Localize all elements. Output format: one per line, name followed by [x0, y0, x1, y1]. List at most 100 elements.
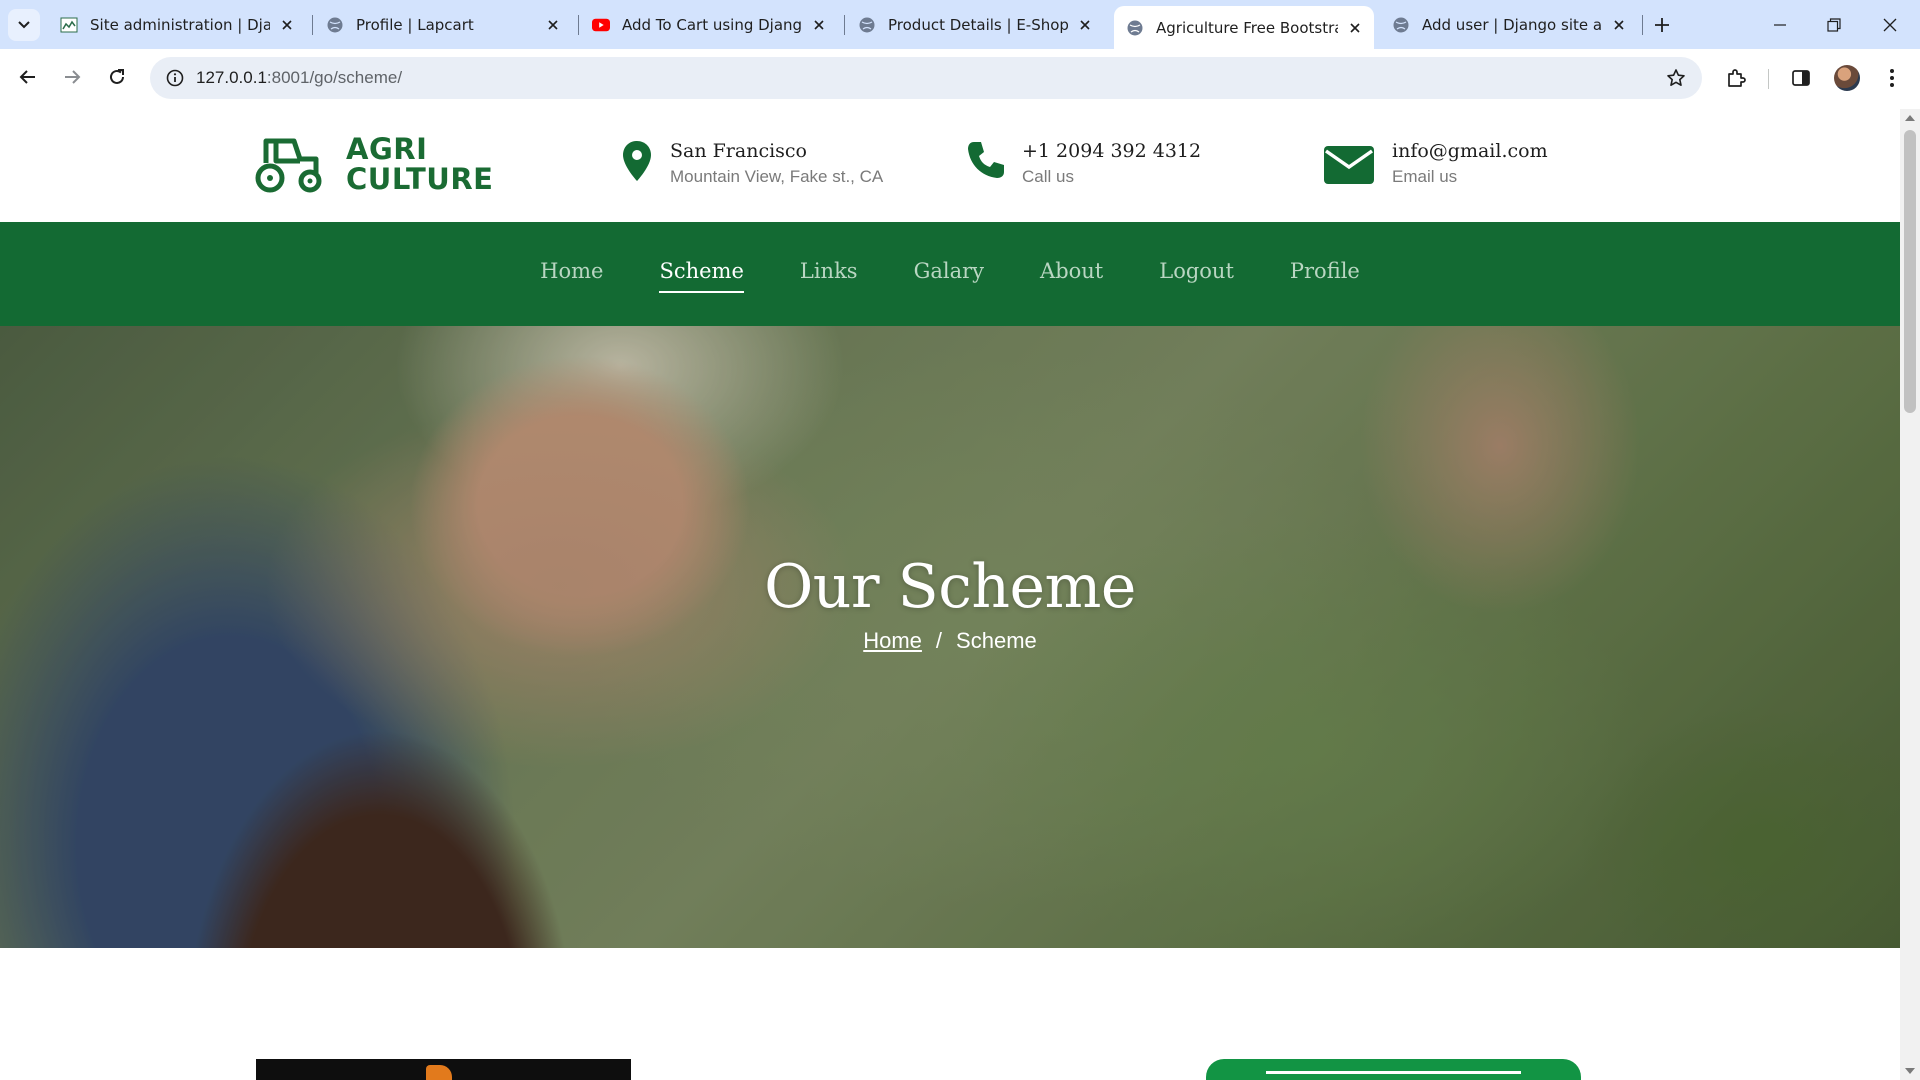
- card-image-graphic: [1266, 1071, 1521, 1074]
- nav-item-profile[interactable]: Profile: [1290, 259, 1360, 289]
- avatar: [1834, 65, 1860, 91]
- restore-button[interactable]: [1806, 0, 1862, 49]
- close-icon: [1883, 18, 1897, 31]
- arrow-right-icon: [65, 70, 81, 84]
- new-tab-button[interactable]: [1648, 11, 1676, 39]
- scrollbar-thumb[interactable]: [1904, 130, 1916, 413]
- globe-icon: [1392, 16, 1410, 34]
- location-subtitle: Mountain View, Fake st., CA: [670, 167, 884, 186]
- close-icon[interactable]: [278, 16, 296, 34]
- page-viewport: AGRI CULTURE San Francisco Mountain View…: [0, 109, 1900, 1080]
- scheme-card-image-right[interactable]: [1206, 1059, 1581, 1080]
- tab-title: Add To Cart using Django: [622, 16, 802, 34]
- plus-icon: [1655, 18, 1669, 32]
- phone-icon: [966, 139, 1006, 181]
- tab-divider: [312, 15, 313, 35]
- back-button[interactable]: [10, 59, 46, 95]
- globe-icon: [858, 16, 876, 34]
- nav-item-logout[interactable]: Logout: [1159, 259, 1234, 289]
- side-panel-button[interactable]: [1784, 61, 1818, 95]
- card-image-graphic: [426, 1065, 452, 1080]
- tab-title: Product Details | E-Shopper: [888, 16, 1068, 34]
- globe-icon: [1126, 19, 1144, 37]
- tab-title: Add user | Django site admin: [1422, 16, 1602, 34]
- tab-title: Profile | Lapcart: [356, 16, 474, 34]
- location-info: San Francisco Mountain View, Fake st., C…: [620, 139, 883, 189]
- side-panel-icon: [1792, 70, 1810, 86]
- breadcrumb-separator: /: [935, 628, 943, 653]
- profile-button[interactable]: [1830, 61, 1864, 95]
- breadcrumb: Home / Scheme: [0, 628, 1900, 654]
- browser-chrome: Site administration | Django Profile | L…: [0, 0, 1920, 109]
- address-bar[interactable]: 127.0.0.1:8001/go/scheme/: [150, 57, 1702, 99]
- close-icon[interactable]: [1346, 19, 1364, 37]
- reload-button[interactable]: [99, 59, 135, 95]
- main-navigation: Home Scheme Links Galary About Logout Pr…: [0, 222, 1900, 326]
- tab-add-to-cart-youtube[interactable]: Add To Cart using Django: [580, 7, 838, 43]
- url-host: 127.0.0.1: [196, 68, 267, 87]
- tab-product-details[interactable]: Product Details | E-Shopper: [846, 7, 1104, 43]
- minimize-button[interactable]: [1752, 0, 1808, 49]
- nav-item-galary[interactable]: Galary: [914, 259, 984, 289]
- reload-icon: [110, 69, 124, 84]
- menu-button[interactable]: [1875, 61, 1909, 95]
- site-info-icon[interactable]: [160, 63, 190, 93]
- map-pin-icon: [620, 139, 654, 183]
- tractor-icon: [255, 138, 322, 193]
- puzzle-icon: [1728, 69, 1746, 87]
- chevron-down-icon: [18, 21, 30, 29]
- minimize-icon: [1774, 23, 1786, 26]
- tab-search-button[interactable]: [8, 9, 40, 41]
- site-header: AGRI CULTURE San Francisco Mountain View…: [0, 109, 1900, 222]
- nav-item-home[interactable]: Home: [540, 259, 603, 289]
- nav-item-links[interactable]: Links: [800, 259, 858, 289]
- nav-item-about[interactable]: About: [1040, 259, 1103, 289]
- tab-profile-lapcart[interactable]: Profile | Lapcart: [314, 7, 572, 43]
- tab-strip: Site administration | Django Profile | L…: [0, 0, 1920, 49]
- location-title: San Francisco: [670, 140, 807, 162]
- close-window-button[interactable]: [1862, 0, 1918, 49]
- close-icon[interactable]: [544, 16, 562, 34]
- scroll-up-arrow-icon[interactable]: [1905, 115, 1915, 121]
- phone-subtitle: Call us: [1022, 167, 1074, 186]
- tab-title: Site administration | Django: [90, 16, 270, 34]
- youtube-icon: [592, 16, 610, 34]
- nav-item-scheme[interactable]: Scheme: [659, 259, 745, 293]
- django-admin-favicon: [60, 16, 78, 34]
- tab-agriculture-active[interactable]: Agriculture Free Bootstrap: [1114, 6, 1374, 49]
- kebab-menu-icon: [1890, 69, 1894, 87]
- logo-line-agri: AGRI: [346, 132, 428, 166]
- tab-divider: [578, 15, 579, 35]
- page-scrollbar[interactable]: [1900, 109, 1920, 1080]
- scheme-card-image-left[interactable]: [256, 1059, 631, 1080]
- url-text: 127.0.0.1:8001/go/scheme/: [196, 68, 402, 88]
- logo-text: AGRI CULTURE: [346, 134, 493, 194]
- email-address[interactable]: info@gmail.com: [1392, 139, 1548, 163]
- browser-toolbar: 127.0.0.1:8001/go/scheme/: [0, 49, 1920, 109]
- tab-title: Agriculture Free Bootstrap: [1156, 18, 1338, 37]
- toolbar-divider: [1768, 69, 1769, 89]
- scroll-down-arrow-icon[interactable]: [1905, 1068, 1915, 1074]
- breadcrumb-current: Scheme: [956, 628, 1037, 653]
- bookmark-star-icon[interactable]: [1662, 64, 1690, 92]
- phone-number[interactable]: +1 2094 392 4312: [1022, 139, 1201, 163]
- close-icon[interactable]: [810, 16, 828, 34]
- close-icon[interactable]: [1076, 16, 1094, 34]
- breadcrumb-home-link[interactable]: Home: [863, 628, 922, 653]
- extensions-button[interactable]: [1719, 61, 1753, 95]
- forward-button[interactable]: [54, 59, 90, 95]
- email-subtitle: Email us: [1392, 167, 1458, 186]
- hero-banner: Our Scheme Home / Scheme: [0, 326, 1900, 948]
- phone-info: +1 2094 392 4312 Call us: [966, 139, 1201, 189]
- envelope-icon: [1322, 143, 1376, 187]
- tab-add-user-django[interactable]: Add user | Django site admin: [1380, 7, 1638, 43]
- url-path: :8001/go/scheme/: [266, 68, 403, 87]
- email-info: info@gmail.com Email us: [1322, 139, 1548, 189]
- globe-icon: [326, 16, 344, 34]
- logo-line-culture: CULTURE: [346, 162, 494, 196]
- site-logo[interactable]: AGRI CULTURE: [254, 133, 493, 195]
- tab-site-administration[interactable]: Site administration | Django: [48, 7, 306, 43]
- close-icon[interactable]: [1610, 16, 1628, 34]
- restore-icon: [1827, 17, 1841, 32]
- tab-divider: [844, 15, 845, 35]
